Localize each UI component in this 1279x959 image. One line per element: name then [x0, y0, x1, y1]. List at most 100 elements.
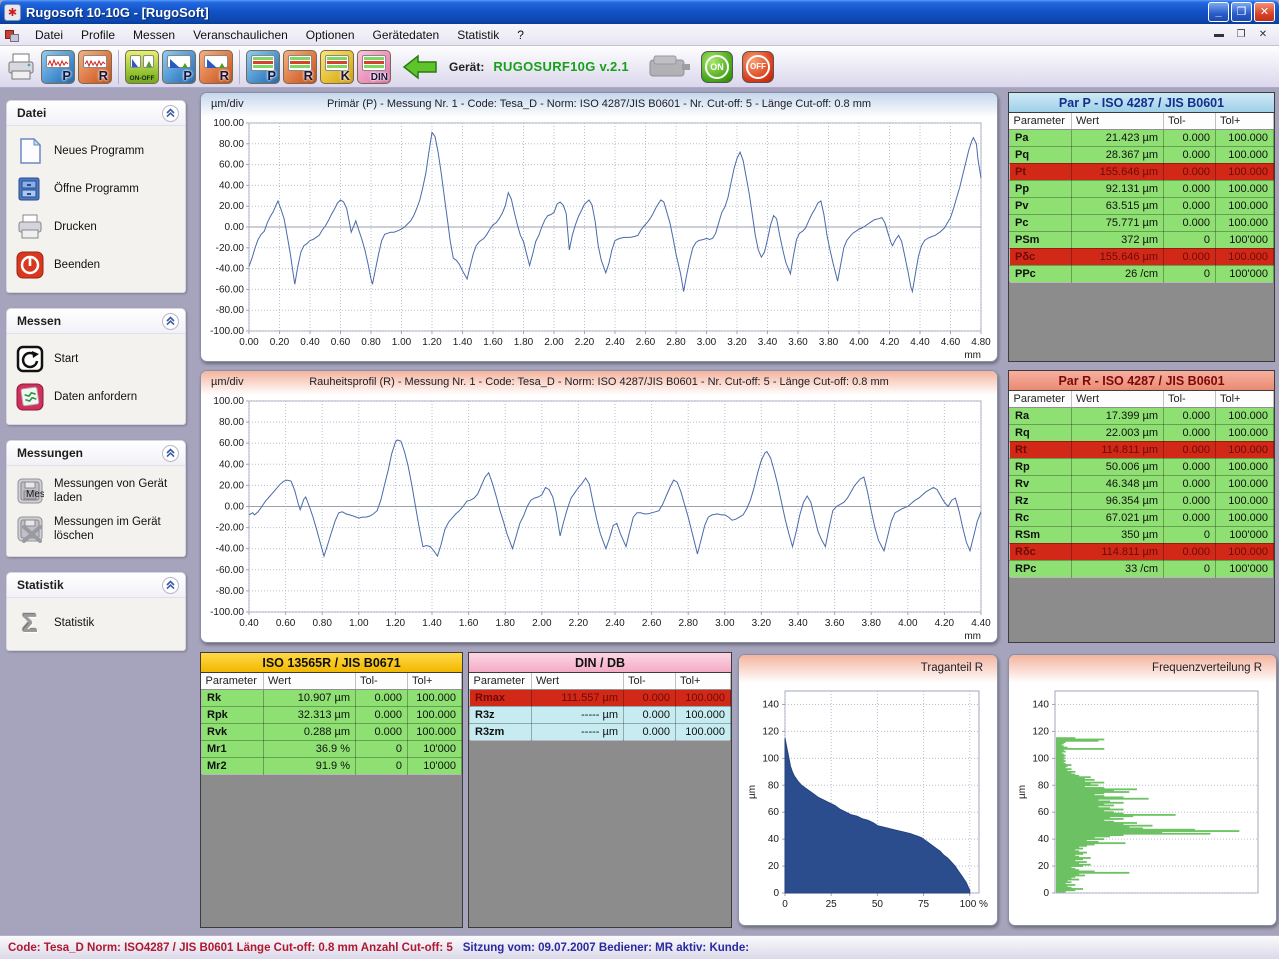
frequency-distribution-panel: Frequenzverteilung R 020406080100120140µ…: [1008, 654, 1277, 926]
svg-text:4.20: 4.20: [880, 337, 900, 348]
table-cell: 0.000: [1164, 163, 1216, 180]
view-onoff-button[interactable]: ON-OFF: [125, 50, 159, 84]
menu-item-ger-tedaten[interactable]: Gerätedaten: [364, 26, 449, 44]
table-cell: 0.000: [624, 689, 676, 706]
svg-text:-100.00: -100.00: [210, 607, 244, 618]
sidebar-item-drucken[interactable]: Drucken: [15, 208, 181, 246]
table-din-button[interactable]: DIN: [357, 50, 391, 84]
table-cell: Rpk: [202, 706, 264, 723]
table-cell: Rk: [202, 689, 264, 706]
svg-text:3.40: 3.40: [788, 618, 808, 629]
graph-pane-icon: [204, 55, 228, 68]
collapse-chevron-icon[interactable]: [162, 313, 179, 330]
svg-text:1.40: 1.40: [422, 618, 442, 629]
table-cell: RSm: [1010, 526, 1072, 543]
view-r-button[interactable]: R: [199, 50, 233, 84]
menu-item-statistik[interactable]: Statistik: [448, 26, 508, 44]
off-button[interactable]: OFF: [742, 51, 774, 83]
graph-pane-icon: [143, 55, 154, 68]
svg-text:20: 20: [1038, 861, 1050, 872]
sidebar-item-neues-programm[interactable]: Neues Programm: [15, 132, 181, 170]
table-cell: 36.9 %: [264, 740, 356, 757]
table-cell: Rv: [1010, 475, 1072, 492]
profile-p-button[interactable]: P: [41, 50, 75, 84]
svg-text:80.00: 80.00: [219, 417, 244, 428]
table-k-button[interactable]: K: [320, 50, 354, 84]
close-button[interactable]: ✕: [1254, 2, 1275, 22]
table-cell: 100.000: [676, 723, 731, 740]
menu-item-datei[interactable]: Datei: [26, 26, 72, 44]
table-cell: 100.000: [408, 706, 462, 723]
svg-text:4.40: 4.40: [910, 337, 930, 348]
param-row-pc: Pc75.771 µm0.000100.000: [1010, 214, 1274, 231]
table-cell: 155.646 µm: [1072, 248, 1164, 265]
table-cell: 100.000: [1216, 248, 1274, 265]
table-r-button[interactable]: R: [283, 50, 317, 84]
svg-text:100.00: 100.00: [213, 396, 244, 407]
collapse-chevron-icon[interactable]: [162, 577, 179, 594]
svg-text:3.00: 3.00: [697, 337, 717, 348]
sidebar-item-label: Messungen von Gerät laden: [54, 477, 181, 506]
collapse-chevron-icon[interactable]: [162, 445, 179, 462]
parameter-table: ParameterWertTol-Tol+Pa21.423 µm0.000100…: [1009, 113, 1274, 283]
table-cell: Pp: [1010, 180, 1072, 197]
table-cell: PSm: [1010, 231, 1072, 248]
child-restore-button[interactable]: ❐: [1233, 28, 1249, 42]
table-cell: 0: [1164, 560, 1216, 577]
table-cell: Pq: [1010, 146, 1072, 163]
table-p-button[interactable]: P: [246, 50, 280, 84]
sidebar-item-messungen-im-ger-t-l-schen[interactable]: Messungen im Gerät löschen: [15, 510, 181, 548]
sidebar-item-label: Drucken: [54, 220, 97, 234]
table-cell: 0.000: [624, 723, 676, 740]
svg-text:2.60: 2.60: [636, 337, 656, 348]
print-button[interactable]: [4, 50, 38, 84]
child-minimize-button[interactable]: ▬: [1211, 28, 1227, 42]
table-cell: 100'000: [1216, 560, 1274, 577]
menu-item-[interactable]: ?: [508, 26, 533, 44]
table-cell: 75.771 µm: [1072, 214, 1164, 231]
table-cell: Pv: [1010, 197, 1072, 214]
table-cell: ----- µm: [532, 706, 624, 723]
svg-text:0.00: 0.00: [225, 502, 245, 513]
sidebar-item-statistik[interactable]: ΣStatistik: [15, 604, 181, 642]
menu-item-veranschaulichen[interactable]: Veranschaulichen: [184, 26, 297, 44]
svg-text:4.60: 4.60: [941, 337, 961, 348]
status-bar: Code: Tesa_D Norm: ISO4287 / JIS B0601 L…: [0, 935, 1279, 959]
svg-text:4.40: 4.40: [971, 618, 991, 629]
svg-text:60.00: 60.00: [219, 438, 244, 449]
on-button[interactable]: ON: [701, 51, 733, 83]
menu-item-optionen[interactable]: Optionen: [297, 26, 364, 44]
table-cell: 0.000: [1164, 407, 1216, 424]
child-close-button[interactable]: ✕: [1255, 28, 1271, 42]
sidebar-item-messungen-von-ger-t-laden[interactable]: MessMessungen von Gerät laden: [15, 472, 181, 510]
table-cell: 100.000: [1216, 146, 1274, 163]
sidebar-item-start[interactable]: Start: [15, 340, 181, 378]
table-cell: 17.399 µm: [1072, 407, 1164, 424]
sidebar-item-label: Statistik: [54, 616, 94, 630]
sidebar-item-daten-anfordern[interactable]: Daten anfordern: [15, 378, 181, 416]
table-cell: 10'000: [408, 757, 462, 774]
svg-text:20.00: 20.00: [219, 201, 244, 212]
minimize-button[interactable]: _: [1208, 2, 1229, 22]
table-cell: 10'000: [408, 740, 462, 757]
table-cell: 100.000: [1216, 475, 1274, 492]
table-cell: 100'000: [1216, 231, 1274, 248]
profile-r-button[interactable]: R: [78, 50, 112, 84]
sidebar-item-beenden[interactable]: Beenden: [15, 246, 181, 284]
column-header: Tol-: [356, 673, 408, 689]
view-p-button[interactable]: P: [162, 50, 196, 84]
table-cell: 100'000: [1216, 526, 1274, 543]
menu-item-profile[interactable]: Profile: [72, 26, 124, 44]
table-header-row: ParameterWertTol-Tol+: [470, 673, 731, 689]
collapse-chevron-icon[interactable]: [162, 105, 179, 122]
svg-text:0.80: 0.80: [361, 337, 381, 348]
svg-text:120: 120: [762, 726, 779, 737]
param-row-rk: Rk10.907 µm0.000100.000: [202, 689, 462, 706]
param-row-mr1: Mr136.9 %010'000: [202, 740, 462, 757]
svg-text:40: 40: [1038, 834, 1050, 845]
menu-item-messen[interactable]: Messen: [124, 26, 184, 44]
sidebar-item-ffne-programm[interactable]: Öffne Programm: [15, 170, 181, 208]
restore-button[interactable]: ❐: [1231, 2, 1252, 22]
param-row-pa: Pa21.423 µm0.000100.000: [1010, 129, 1274, 146]
svg-text:60.00: 60.00: [219, 160, 244, 171]
